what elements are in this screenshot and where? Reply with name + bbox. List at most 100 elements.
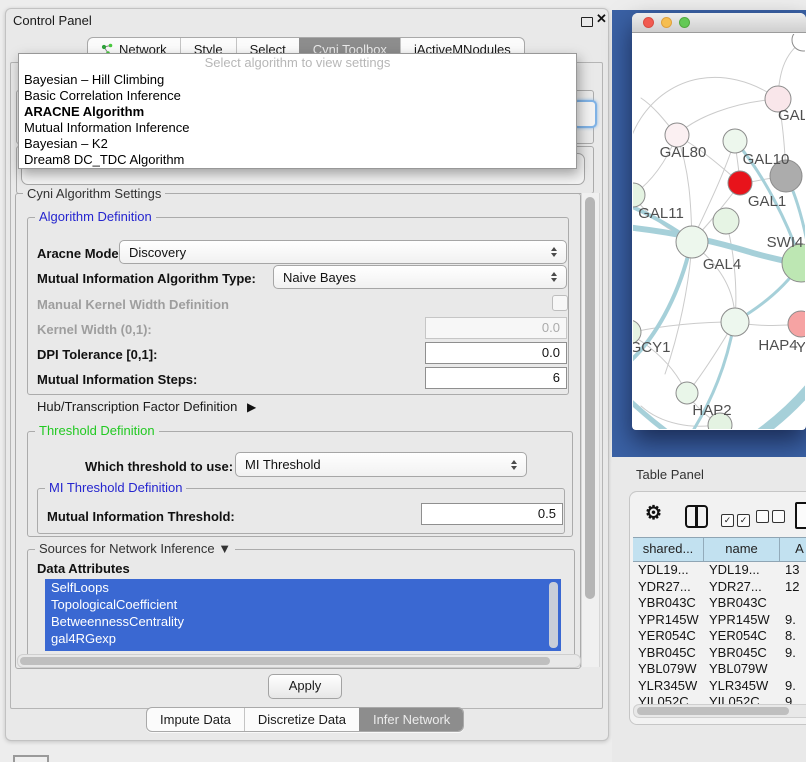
algorithm-option-aracne-algorithm[interactable]: ARACNE Algorithm xyxy=(19,104,576,120)
network-graph: GALGAL80GAL10GAL1GAL11SWI4GAL4GCY1HAP4YH… xyxy=(633,34,805,429)
which-threshold-value: MI Threshold xyxy=(245,457,321,472)
mac-close-button[interactable] xyxy=(643,17,654,28)
aracne-mode-value: Discovery xyxy=(129,245,186,260)
attribute-item-selfloops[interactable]: SelfLoops xyxy=(45,579,561,596)
table-hscroll-thumb[interactable] xyxy=(637,707,789,715)
table-cell: 9. xyxy=(780,645,806,662)
algorithm-option-bayesian-k2[interactable]: Bayesian – K2 xyxy=(19,136,576,152)
manual-kernel-width-checkbox[interactable] xyxy=(552,295,568,311)
table-cell: YLR345W xyxy=(704,678,780,695)
network-edge[interactable] xyxy=(633,322,733,333)
column-header-shared[interactable]: shared... xyxy=(633,538,704,561)
settings-horizontal-scrollbar[interactable] xyxy=(17,654,581,668)
mi-steps-field[interactable]: 6 xyxy=(425,367,567,389)
algorithm-option-basic-correlation-inference[interactable]: Basic Correlation Inference xyxy=(19,88,576,104)
table-row[interactable]: YDL19...YDL19...13 xyxy=(633,562,806,579)
settings-scroll-thumb[interactable] xyxy=(585,197,595,599)
attribute-item-gal4rgexp[interactable]: gal4RGexp xyxy=(45,630,561,647)
show-columns-icon[interactable]: ✓✓ xyxy=(721,510,750,528)
control-panel-title: Control Panel xyxy=(13,13,92,28)
network-edge[interactable] xyxy=(745,386,805,429)
tab-impute-data[interactable]: Impute Data xyxy=(147,708,244,731)
control-panel: Control Panel ✕ NetworkStyleSelectCyni T… xyxy=(5,8,609,741)
table-cell: 8. xyxy=(780,628,806,645)
node-label-hap4: HAP4 xyxy=(758,337,797,354)
network-node[interactable] xyxy=(788,311,805,337)
table-cell: 9. xyxy=(780,678,806,695)
table-row[interactable]: YBR043CYBR043C xyxy=(633,595,806,612)
tab-infer-network[interactable]: Infer Network xyxy=(359,708,463,731)
hscroll-thumb[interactable] xyxy=(20,657,550,665)
tab-impute-data-label: Impute Data xyxy=(160,712,231,727)
table-row[interactable]: YBR045CYBR045C9. xyxy=(633,645,806,662)
close-icon[interactable]: ✕ xyxy=(596,11,607,27)
attribute-item-topologicalcoefficient[interactable]: TopologicalCoefficient xyxy=(45,596,561,613)
table-body: YDL19...YDL19...13YDR27...YDR27...12YBR0… xyxy=(633,562,806,706)
table-row[interactable]: YPR145WYPR145W9. xyxy=(633,612,806,629)
data-attributes-list[interactable]: SelfLoopsTopologicalCoefficientBetweenne… xyxy=(45,579,561,651)
mi-threshold-field[interactable]: 0.5 xyxy=(421,503,563,525)
corner-dock-button[interactable] xyxy=(13,755,49,762)
network-node[interactable] xyxy=(676,382,698,404)
network-canvas[interactable]: GALGAL80GAL10GAL1GAL11SWI4GAL4GCY1HAP4YH… xyxy=(633,34,805,429)
aracne-mode-label: Aracne Mode: xyxy=(37,246,123,261)
network-edge[interactable] xyxy=(678,99,778,134)
network-edge[interactable] xyxy=(633,77,777,154)
column-header-a[interactable]: A xyxy=(780,538,806,561)
table-cell: 9. xyxy=(780,612,806,629)
which-threshold-combo[interactable]: MI Threshold xyxy=(235,452,527,477)
algorithm-option-mutual-information-inference[interactable]: Mutual Information Inference xyxy=(19,120,576,136)
data-attributes-label: Data Attributes xyxy=(37,561,130,576)
table-row[interactable]: YER054CYER054C8. xyxy=(633,628,806,645)
columns-icon[interactable] xyxy=(685,505,708,528)
column-header-name[interactable]: name xyxy=(704,538,780,561)
network-node[interactable] xyxy=(723,129,747,153)
mac-minimize-button[interactable] xyxy=(661,17,672,28)
dpi-tolerance-field[interactable]: 0.0 xyxy=(425,342,567,364)
combo-stepper-icon xyxy=(551,272,557,282)
table-row[interactable]: YBL079WYBL079W xyxy=(633,661,806,678)
sources-group-title[interactable]: Sources for Network Inference ▼ xyxy=(35,542,235,556)
table-row[interactable]: YLR345WYLR345W9. xyxy=(633,678,806,695)
table-row[interactable]: YDR27...YDR27...12 xyxy=(633,579,806,596)
network-node[interactable] xyxy=(713,208,739,234)
algorithm-option-bayesian-hill-climbing[interactable]: Bayesian – Hill Climbing xyxy=(19,72,576,88)
settings-vertical-scrollbar[interactable] xyxy=(581,193,600,667)
node-label-gal80: GAL80 xyxy=(660,144,707,161)
table-cell: YER054C xyxy=(633,628,704,645)
table-cell: 13 xyxy=(780,562,806,579)
aracne-mode-combo[interactable]: Discovery xyxy=(119,240,567,264)
mi-algorithm-type-combo[interactable]: Naive Bayes xyxy=(273,265,567,289)
network-node[interactable] xyxy=(728,171,752,195)
algorithm-option-dream8-dc-tdc-algorithm[interactable]: Dream8 DC_TDC Algorithm xyxy=(19,152,576,168)
hub-tf-definition-label: Hub/Transcription Factor Definition xyxy=(37,399,237,414)
network-window-titlebar[interactable] xyxy=(632,13,806,33)
hub-tf-definition-expander[interactable]: Hub/Transcription Factor Definition ▶ xyxy=(37,399,256,414)
table-cell: YBR043C xyxy=(633,595,704,612)
mi-threshold-group-title: MI Threshold Definition xyxy=(45,481,186,495)
gear-icon[interactable]: ⚙ xyxy=(645,502,662,525)
kernel-width-field[interactable]: 0.0 xyxy=(425,317,567,339)
which-threshold-label: Which threshold to use: xyxy=(85,459,233,474)
network-node[interactable] xyxy=(721,308,749,336)
node-label-gal4: GAL4 xyxy=(703,256,741,273)
attributes-list-scroll-thumb[interactable] xyxy=(549,582,558,648)
document-icon[interactable] xyxy=(795,502,806,529)
threshold-definition-title: Threshold Definition xyxy=(35,424,159,438)
network-node[interactable] xyxy=(676,226,708,258)
float-window-icon[interactable] xyxy=(581,17,593,27)
table-horizontal-scrollbar[interactable] xyxy=(633,704,806,718)
network-view-window: GALGAL80GAL10GAL1GAL11SWI4GAL4GCY1HAP4YH… xyxy=(632,13,806,430)
algorithm-dropdown-placeholder: Select algorithm to view settings xyxy=(19,54,576,72)
tab-discretize-data[interactable]: Discretize Data xyxy=(244,708,359,731)
mac-zoom-button[interactable] xyxy=(679,17,690,28)
apply-button[interactable]: Apply xyxy=(268,674,342,699)
node-table: shared...nameA YDL19...YDL19...13YDR27..… xyxy=(633,537,806,706)
table-cell: YBR045C xyxy=(633,645,704,662)
tab-discretize-data-label: Discretize Data xyxy=(258,712,346,727)
attribute-item-betweennesscentrality[interactable]: BetweennessCentrality xyxy=(45,613,561,630)
table-cell: YBR045C xyxy=(704,645,780,662)
node-label-swi4: SWI4 xyxy=(767,234,804,251)
hide-columns-icon[interactable] xyxy=(756,510,785,528)
table-cell: YER054C xyxy=(704,628,780,645)
